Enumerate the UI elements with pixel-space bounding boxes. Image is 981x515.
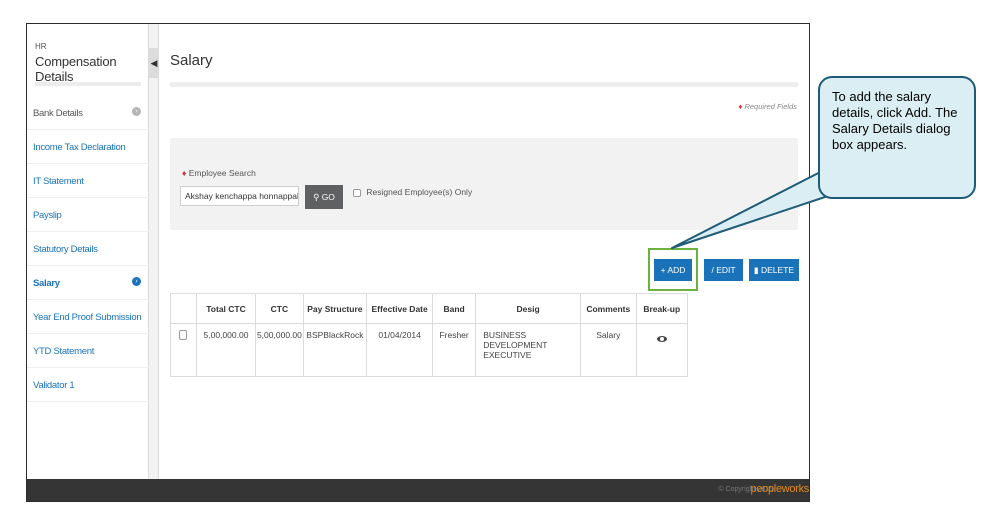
sidebar: HR Compensation Details Bank Details › I…: [27, 24, 149, 479]
sidebar-item-income-tax-declaration[interactable]: Income Tax Declaration: [27, 130, 149, 164]
view-breakup-eye-icon[interactable]: [656, 336, 667, 342]
go-button-label: GO: [321, 192, 335, 202]
column-header: CTC: [255, 293, 304, 324]
column-header: Band: [432, 293, 477, 324]
select-column-header: [170, 293, 197, 324]
band-cell: Fresher: [432, 323, 477, 377]
column-header: Break-up: [635, 293, 689, 324]
sidebar-item-validator-1[interactable]: Validator 1: [27, 368, 149, 402]
title-divider: [170, 82, 798, 87]
total-ctc-cell: 5,00,000.00: [195, 323, 257, 377]
trash-icon: ▮: [753, 265, 759, 275]
sidebar-item-ytd-statement[interactable]: YTD Statement: [27, 334, 149, 368]
chevron-left-icon: ◀: [150, 58, 158, 68]
sidebar-divider: [35, 82, 141, 86]
sidebar-item-statutory-details[interactable]: Statutory Details: [27, 232, 149, 266]
go-button[interactable]: ⚲ GO: [305, 185, 343, 209]
employee-search-panel: ♦ Employee Search Akshay kenchappa honna…: [170, 138, 798, 230]
column-header: Desig: [475, 293, 582, 324]
app-window: HR Compensation Details Bank Details › I…: [26, 23, 810, 502]
sidebar-item-label: Year End Proof Submission: [33, 312, 142, 323]
comments-cell: Salary: [580, 323, 637, 377]
sidebar-item-label: Bank Details: [33, 108, 83, 119]
employee-search-label-text: Employee Search: [188, 168, 256, 178]
sidebar-item-bank-details[interactable]: Bank Details ›: [27, 96, 149, 130]
peopleworks-logo: peopleworks: [750, 483, 809, 495]
plus-icon: +: [660, 265, 666, 275]
chevron-right-icon: ›: [132, 107, 141, 116]
page-title: Salary: [170, 52, 213, 69]
column-header: Comments: [580, 293, 637, 324]
break-up-cell: [635, 323, 689, 377]
add-button-label: ADD: [667, 265, 686, 275]
sidebar-item-label: Payslip: [33, 210, 62, 221]
sidebar-item-year-end-proof-submission[interactable]: Year End Proof Submission: [27, 300, 149, 334]
effective-date-cell: 01/04/2014: [366, 323, 434, 377]
required-fields-text: Required Fields: [744, 102, 797, 111]
delete-button-label: DELETE: [760, 265, 795, 275]
sidebar-item-label: Validator 1: [33, 380, 75, 391]
sidebar-item-label: IT Statement: [33, 176, 84, 187]
sidebar-item-salary[interactable]: Salary ›: [27, 266, 149, 300]
column-header: Total CTC: [195, 293, 257, 324]
row-checkbox[interactable]: [179, 330, 188, 340]
collapse-sidebar-button[interactable]: ◀: [149, 48, 159, 78]
instruction-callout: To add the salary details, click Add. Th…: [818, 76, 976, 199]
sidebar-item-label: YTD Statement: [33, 346, 95, 357]
employee-search-input[interactable]: Akshay kenchappa honnappakenc: [180, 186, 299, 206]
ctc-cell: 5,00,000.00: [255, 323, 304, 377]
required-asterisk-icon: ♦: [738, 102, 743, 111]
resigned-employees-label: Resigned Employee(s) Only: [366, 187, 473, 197]
callout-text: To add the salary details, click Add. Th…: [832, 89, 958, 152]
edit-button-label: EDIT: [716, 265, 736, 275]
sidebar-gutter: [149, 24, 159, 479]
desig-cell: BUSINESS DEVELOPMENT EXECUTIVE: [475, 323, 582, 377]
required-asterisk-icon: ♦: [182, 168, 187, 178]
table-header-row: Total CTC CTC Pay Structure Effective Da…: [170, 293, 689, 324]
column-header: Effective Date: [366, 293, 434, 324]
sidebar-item-payslip[interactable]: Payslip: [27, 198, 149, 232]
sidebar-section-label: HR: [35, 42, 47, 51]
column-header: Pay Structure: [302, 293, 368, 324]
resigned-employees-checkbox[interactable]: [353, 188, 361, 197]
employee-search-label: ♦ Employee Search: [182, 168, 256, 178]
sidebar-item-label: Statutory Details: [33, 244, 98, 255]
sidebar-item-it-statement[interactable]: IT Statement: [27, 164, 149, 198]
search-icon: ⚲: [313, 192, 320, 202]
chevron-right-icon: ›: [132, 277, 141, 286]
footer: © Copyright 2015 peopleworks: [27, 479, 809, 501]
pay-structure-cell: BSPBlackRock: [302, 323, 368, 377]
salary-table: Total CTC CTC Pay Structure Effective Da…: [170, 293, 689, 377]
edit-button[interactable]: / EDIT: [704, 259, 743, 281]
pencil-icon: /: [711, 265, 714, 275]
row-select-cell: [170, 323, 197, 377]
delete-button[interactable]: ▮ DELETE: [749, 259, 799, 281]
required-fields-note: ♦ Required Fields: [739, 102, 797, 111]
add-button[interactable]: + ADD: [654, 259, 692, 281]
sidebar-item-label: Salary: [33, 278, 60, 289]
sidebar-item-label: Income Tax Declaration: [33, 142, 126, 153]
resigned-employees-option[interactable]: Resigned Employee(s) Only: [353, 187, 472, 197]
table-row: 5,00,000.00 5,00,000.00 BSPBlackRock 01/…: [170, 323, 689, 377]
sidebar-title: Compensation Details: [35, 54, 117, 84]
